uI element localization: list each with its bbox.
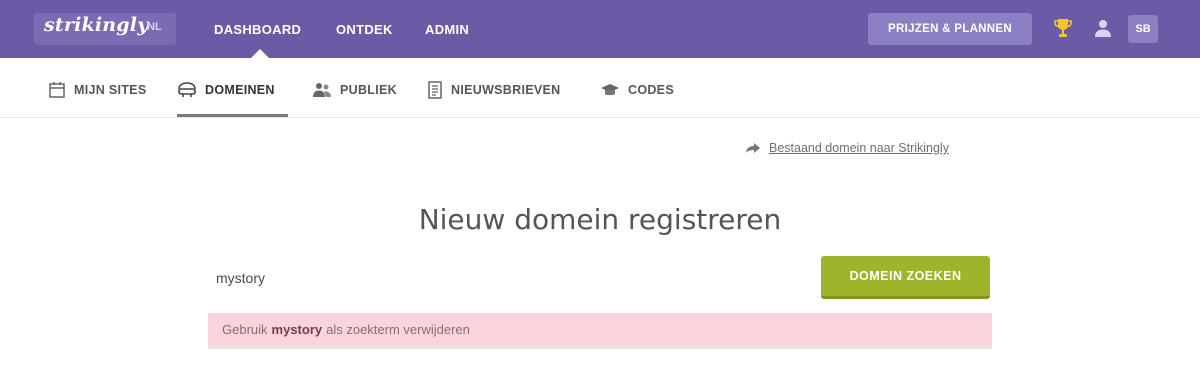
people-icon (313, 83, 331, 97)
nav-admin[interactable]: ADMIN (425, 22, 469, 37)
tab-domains-label: DOMEINEN (205, 83, 275, 97)
pricing-plans-button[interactable]: PRIJZEN & PLANNEN (868, 13, 1032, 45)
nav-dashboard[interactable]: DASHBOARD (214, 22, 301, 37)
sub-navigation: MIJN SITES DOMEINEN PUBLIEK NIEUWSBRIEVE… (0, 58, 1200, 118)
active-nav-caret (251, 49, 269, 58)
search-domain-button[interactable]: DOMEIN ZOEKEN (821, 256, 990, 299)
tab-my-sites[interactable]: MIJN SITES (48, 80, 146, 100)
language-indicator[interactable]: NL (147, 21, 162, 33)
top-navigation-bar: strikingly NL DASHBOARD ONTDEK ADMIN PRI… (0, 0, 1200, 58)
alert-suffix: als zoekterm verwijderen (326, 322, 470, 337)
domain-search-input[interactable] (208, 255, 808, 300)
tab-domains[interactable]: DOMEINEN (177, 80, 275, 100)
transfer-domain-link[interactable]: Bestaand domein naar Strikingly (745, 141, 949, 155)
alert-keyword: mystory (271, 322, 323, 337)
domain-search-form: DOMEIN ZOEKEN (208, 255, 992, 300)
transfer-domain-label: Bestaand domein naar Strikingly (769, 141, 949, 155)
tab-audience-label: PUBLIEK (340, 83, 397, 97)
calendar-icon (49, 82, 65, 98)
nav-ontdek[interactable]: ONTDEK (336, 22, 393, 37)
search-alert: Gebruik mystory als zoekterm verwijderen (208, 313, 992, 349)
alert-prefix: Gebruik (222, 322, 268, 337)
page-title: Nieuw domein registreren (418, 203, 782, 236)
strikingly-logo[interactable]: strikingly (44, 14, 148, 36)
tab-newsletters[interactable]: NIEUWSBRIEVEN (427, 80, 560, 100)
share-arrow-icon (746, 143, 760, 153)
newsletter-icon (428, 81, 442, 99)
trophy-icon[interactable] (1054, 17, 1072, 39)
avatar[interactable]: SB (1128, 15, 1158, 43)
tab-audience[interactable]: PUBLIEK (312, 80, 397, 100)
tab-newsletters-label: NIEUWSBRIEVEN (451, 83, 561, 97)
cap-icon (601, 84, 619, 96)
tab-codes[interactable]: CODES (600, 80, 674, 100)
active-tab-indicator (177, 114, 288, 117)
tab-codes-label: CODES (628, 83, 674, 97)
domain-icon (178, 82, 196, 97)
user-icon[interactable] (1093, 18, 1113, 38)
tab-my-sites-label: MIJN SITES (74, 83, 147, 97)
